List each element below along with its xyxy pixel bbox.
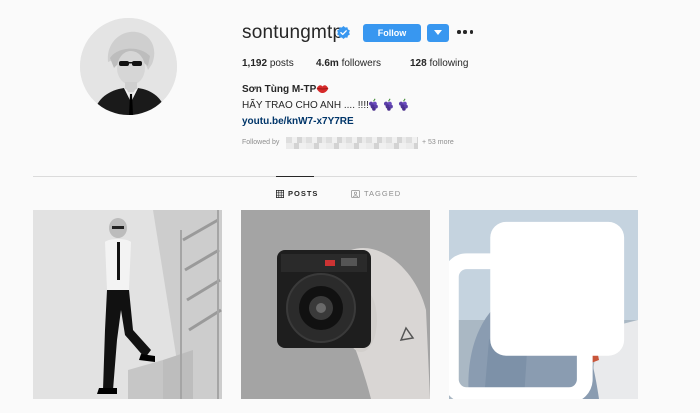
profile-bio: HÃY TRAO CHO ANH .... !!!! xyxy=(242,100,369,111)
verified-badge-icon xyxy=(337,26,350,39)
grapes-emoji-icon xyxy=(383,98,393,111)
tab-tagged-label: TAGGED xyxy=(364,189,402,198)
posts-count-label: posts xyxy=(269,58,294,69)
followed-by-more[interactable]: + 53 more xyxy=(422,139,454,146)
post-thumbnail[interactable] xyxy=(241,210,430,399)
profile-full-name: Sơn Tùng M-TP xyxy=(242,84,317,95)
grapes-emoji-icon xyxy=(368,98,378,111)
profile-external-link[interactable]: youtu.be/knW7-x7Y7RE xyxy=(242,116,354,127)
suggested-accounts-dropdown-button[interactable] xyxy=(427,24,449,42)
post-thumbnail[interactable] xyxy=(33,210,222,399)
more-options-button[interactable] xyxy=(457,25,473,39)
dot-icon xyxy=(469,30,473,34)
tab-tagged[interactable]: TAGGED xyxy=(351,189,401,198)
followed-by-label: Followed by xyxy=(242,139,280,146)
follow-button[interactable]: Follow xyxy=(363,24,421,42)
post-image-camera xyxy=(241,210,430,399)
followers-count-value: 4.6m xyxy=(316,58,339,69)
grid-icon xyxy=(276,189,284,198)
post-thumbnail[interactable] xyxy=(449,210,638,399)
multiple-photos-icon xyxy=(449,221,625,399)
lips-emoji-icon xyxy=(316,85,329,94)
tagged-user-icon xyxy=(351,189,360,198)
tab-posts[interactable]: POSTS xyxy=(276,189,318,198)
dot-icon xyxy=(457,30,461,34)
post-image-stairs xyxy=(33,210,222,399)
grapes-emoji-icon xyxy=(398,98,408,111)
following-count-label: following xyxy=(429,58,469,69)
followers-count[interactable]: 4.6m followers xyxy=(316,58,381,69)
caret-down-icon xyxy=(434,30,442,35)
following-count-value: 128 xyxy=(410,58,427,69)
tabs-divider xyxy=(33,176,637,177)
following-count[interactable]: 128 following xyxy=(410,58,468,69)
tab-posts-label: POSTS xyxy=(288,189,319,198)
posts-count-value: 1,192 xyxy=(242,58,268,69)
grapes-emoji-group xyxy=(367,98,410,111)
followed-by-usernames-redacted-lower xyxy=(286,143,418,149)
profile-username: sontungmtp xyxy=(242,22,344,43)
dot-icon xyxy=(463,30,467,34)
active-tab-indicator xyxy=(276,176,314,177)
posts-count: 1,192 posts xyxy=(242,58,294,69)
followers-count-label: followers xyxy=(341,58,382,69)
profile-avatar[interactable] xyxy=(80,18,177,115)
